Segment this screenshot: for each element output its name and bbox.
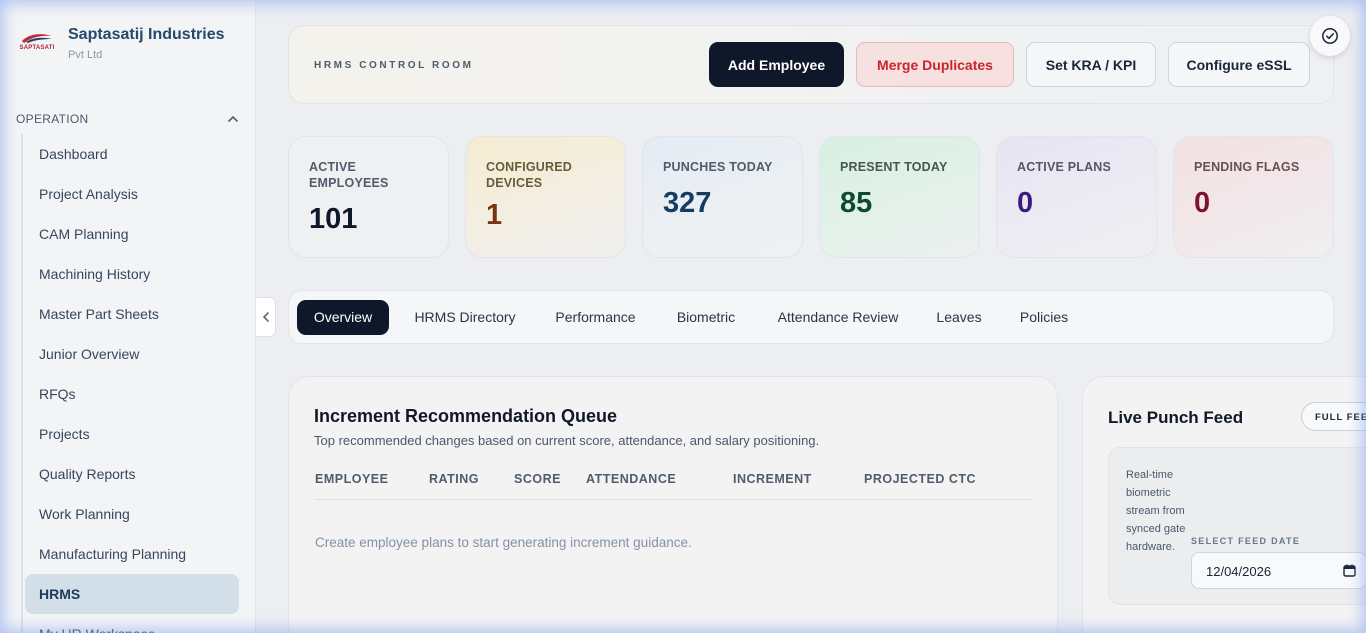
stat-value: 0 [1017, 187, 1034, 219]
stat-label: ACTIVE EMPLOYEES [309, 160, 389, 190]
tab-overview[interactable]: Overview [297, 300, 389, 335]
feed-filter-box: Real-time biometric stream from synced g… [1108, 447, 1366, 605]
tab-biometric[interactable]: Biometric [663, 300, 749, 335]
control-room-header: HRMS CONTROL ROOM Add Employee Merge Dup… [288, 25, 1334, 104]
configure-essl-button[interactable]: Configure eSSL [1168, 42, 1310, 87]
stat-card-configured-devices: CONFIGURED DEVICES 1 [465, 136, 626, 258]
stat-value: 85 [840, 187, 873, 219]
company-name: Saptasatij Industries [68, 26, 225, 43]
sidebar-item-projects[interactable]: Projects [25, 414, 239, 454]
sidebar-item-master-part-sheets[interactable]: Master Part Sheets [25, 294, 239, 334]
tab-performance[interactable]: Performance [543, 300, 648, 335]
panel-subtitle: Top recommended changes based on current… [314, 433, 820, 448]
stat-card-punches-today: PUNCHES TODAY 327 [642, 136, 803, 258]
brand[interactable]: SAPTASATI Saptasatij Industries Pvt Ltd [18, 24, 225, 61]
sidebar-item-junior-overview[interactable]: Junior Overview [25, 334, 239, 374]
hrms-tabs: Overview HRMS Directory Performance Biom… [288, 290, 1334, 344]
live-punch-feed-panel: Live Punch Feed FULL FEED Real-time biom… [1082, 376, 1366, 633]
stat-value: 327 [663, 187, 712, 219]
feed-date-label: SELECT FEED DATE [1191, 536, 1301, 546]
sidebar-item-hrms[interactable]: HRMS [25, 574, 239, 614]
chevron-up-icon [228, 115, 238, 122]
stat-card-active-employees: ACTIVE EMPLOYEES 101 [288, 136, 449, 258]
logo-swoosh-icon [22, 34, 52, 43]
table-header-divider [314, 499, 1033, 500]
check-status-button[interactable] [1310, 16, 1350, 56]
sidebar-item-quality-reports[interactable]: Quality Reports [25, 454, 239, 494]
calendar-icon[interactable] [1343, 564, 1356, 577]
set-kra-kpi-button[interactable]: Set KRA / KPI [1026, 42, 1156, 87]
column-header-rating: RATING [429, 472, 479, 486]
stat-value: 0 [1194, 187, 1211, 219]
sidebar-item-machining-history[interactable]: Machining History [25, 254, 239, 294]
feed-date-value: 12/04/2026 [1206, 564, 1272, 579]
stat-card-pending-flags: PENDING FLAGS 0 [1173, 136, 1334, 258]
add-employee-button[interactable]: Add Employee [709, 42, 844, 87]
check-circle-icon [1322, 28, 1338, 44]
column-header-projected-ctc: PROJECTED CTC [864, 472, 977, 486]
sidebar-item-my-hr-workspace[interactable]: My HR Workspace [25, 614, 239, 633]
sidebar-item-rfqs[interactable]: RFQs [25, 374, 239, 414]
panel-title: Increment Recommendation Queue [314, 406, 618, 426]
stat-label: CONFIGURED DEVICES [486, 160, 573, 190]
sidebar-item-manufacturing-planning[interactable]: Manufacturing Planning [25, 534, 239, 574]
company-suffix: Pvt Ltd [68, 49, 103, 61]
section-label: OPERATION [16, 112, 89, 126]
stat-value: 101 [309, 203, 358, 235]
tab-leaves[interactable]: Leaves [926, 300, 992, 335]
sidebar-collapse-button[interactable] [256, 297, 276, 337]
column-header-attendance: ATTENDANCE [586, 472, 677, 486]
sidebar-item-cam-planning[interactable]: CAM Planning [25, 214, 239, 254]
sidebar-item-dashboard[interactable]: Dashboard [25, 134, 239, 174]
feed-description: Real-time biometric stream from synced g… [1126, 469, 1186, 553]
column-header-increment: INCREMENT [733, 472, 812, 486]
stat-card-active-plans: ACTIVE PLANS 0 [996, 136, 1157, 258]
tab-attendance-review[interactable]: Attendance Review [765, 300, 911, 335]
column-header-score: SCORE [514, 472, 561, 486]
stat-card-present-today: PRESENT TODAY 85 [819, 136, 980, 258]
stat-label: PRESENT TODAY [840, 160, 948, 174]
chevron-left-icon [262, 312, 269, 322]
merge-duplicates-button[interactable]: Merge Duplicates [856, 42, 1014, 87]
company-logo: SAPTASATI [18, 32, 56, 58]
empty-state-message: Create employee plans to start generatin… [315, 535, 692, 550]
logo-text: SAPTASATI [19, 45, 55, 51]
stat-label: PUNCHES TODAY [663, 160, 773, 174]
stat-label: PENDING FLAGS [1194, 160, 1300, 174]
feed-date-input[interactable]: 12/04/2026 [1191, 552, 1366, 589]
increment-recommendation-panel: Increment Recommendation Queue Top recom… [288, 376, 1058, 633]
section-operation-header[interactable]: OPERATION [16, 112, 240, 126]
tab-policies[interactable]: Policies [1008, 300, 1080, 335]
tab-hrms-directory[interactable]: HRMS Directory [401, 300, 529, 335]
sidebar-item-work-planning[interactable]: Work Planning [25, 494, 239, 534]
page-title: HRMS CONTROL ROOM [314, 60, 474, 71]
sidebar-item-project-analysis[interactable]: Project Analysis [25, 174, 239, 214]
feed-title: Live Punch Feed [1108, 408, 1244, 427]
stat-label: ACTIVE PLANS [1017, 160, 1112, 174]
sidebar-nav: Dashboard Project Analysis CAM Planning … [21, 134, 243, 633]
sidebar: SAPTASATI Saptasatij Industries Pvt Ltd … [0, 0, 256, 633]
column-header-employee: EMPLOYEE [315, 472, 389, 486]
stat-value: 1 [486, 199, 503, 231]
full-feed-button[interactable]: FULL FEED [1301, 402, 1366, 431]
